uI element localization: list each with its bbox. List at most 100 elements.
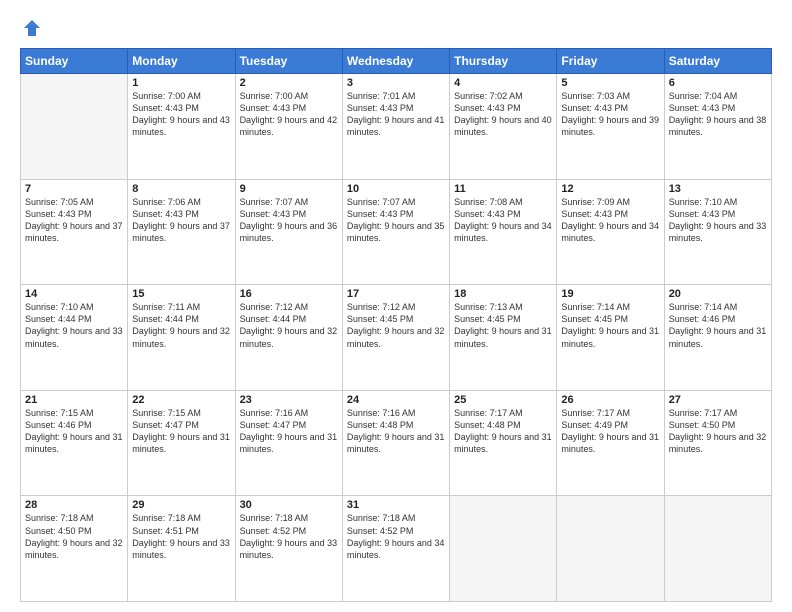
header-monday: Monday — [128, 49, 235, 74]
day-number: 29 — [132, 499, 230, 511]
calendar-cell: 31Sunrise: 7:18 AMSunset: 4:52 PMDayligh… — [342, 496, 449, 602]
calendar-cell: 6Sunrise: 7:04 AMSunset: 4:43 PMDaylight… — [664, 74, 771, 180]
header — [20, 18, 772, 38]
day-number: 14 — [25, 288, 123, 300]
day-number: 2 — [240, 77, 338, 89]
calendar-cell: 7Sunrise: 7:05 AMSunset: 4:43 PMDaylight… — [21, 179, 128, 285]
day-info: Sunrise: 7:00 AMSunset: 4:43 PMDaylight:… — [132, 90, 230, 139]
day-info: Sunrise: 7:17 AMSunset: 4:48 PMDaylight:… — [454, 407, 552, 456]
day-number: 16 — [240, 288, 338, 300]
day-info: Sunrise: 7:17 AMSunset: 4:50 PMDaylight:… — [669, 407, 767, 456]
day-number: 7 — [25, 183, 123, 195]
day-number: 3 — [347, 77, 445, 89]
day-info: Sunrise: 7:12 AMSunset: 4:44 PMDaylight:… — [240, 301, 338, 350]
day-info: Sunrise: 7:02 AMSunset: 4:43 PMDaylight:… — [454, 90, 552, 139]
day-info: Sunrise: 7:00 AMSunset: 4:43 PMDaylight:… — [240, 90, 338, 139]
day-number: 31 — [347, 499, 445, 511]
calendar-cell — [450, 496, 557, 602]
day-number: 1 — [132, 77, 230, 89]
day-number: 6 — [669, 77, 767, 89]
calendar-cell: 13Sunrise: 7:10 AMSunset: 4:43 PMDayligh… — [664, 179, 771, 285]
calendar-cell: 17Sunrise: 7:12 AMSunset: 4:45 PMDayligh… — [342, 285, 449, 391]
calendar-cell: 2Sunrise: 7:00 AMSunset: 4:43 PMDaylight… — [235, 74, 342, 180]
header-friday: Friday — [557, 49, 664, 74]
day-info: Sunrise: 7:15 AMSunset: 4:47 PMDaylight:… — [132, 407, 230, 456]
calendar-cell: 27Sunrise: 7:17 AMSunset: 4:50 PMDayligh… — [664, 390, 771, 496]
day-info: Sunrise: 7:18 AMSunset: 4:52 PMDaylight:… — [347, 512, 445, 561]
calendar-header-row: SundayMondayTuesdayWednesdayThursdayFrid… — [21, 49, 772, 74]
calendar: SundayMondayTuesdayWednesdayThursdayFrid… — [20, 48, 772, 602]
day-number: 8 — [132, 183, 230, 195]
week-row-5: 28Sunrise: 7:18 AMSunset: 4:50 PMDayligh… — [21, 496, 772, 602]
day-number: 5 — [561, 77, 659, 89]
calendar-cell: 24Sunrise: 7:16 AMSunset: 4:48 PMDayligh… — [342, 390, 449, 496]
day-info: Sunrise: 7:03 AMSunset: 4:43 PMDaylight:… — [561, 90, 659, 139]
day-number: 28 — [25, 499, 123, 511]
calendar-cell: 12Sunrise: 7:09 AMSunset: 4:43 PMDayligh… — [557, 179, 664, 285]
day-info: Sunrise: 7:01 AMSunset: 4:43 PMDaylight:… — [347, 90, 445, 139]
day-info: Sunrise: 7:16 AMSunset: 4:48 PMDaylight:… — [347, 407, 445, 456]
calendar-cell: 8Sunrise: 7:06 AMSunset: 4:43 PMDaylight… — [128, 179, 235, 285]
day-info: Sunrise: 7:12 AMSunset: 4:45 PMDaylight:… — [347, 301, 445, 350]
calendar-cell — [557, 496, 664, 602]
calendar-cell — [664, 496, 771, 602]
calendar-cell: 14Sunrise: 7:10 AMSunset: 4:44 PMDayligh… — [21, 285, 128, 391]
day-info: Sunrise: 7:04 AMSunset: 4:43 PMDaylight:… — [669, 90, 767, 139]
header-tuesday: Tuesday — [235, 49, 342, 74]
calendar-cell: 15Sunrise: 7:11 AMSunset: 4:44 PMDayligh… — [128, 285, 235, 391]
day-info: Sunrise: 7:18 AMSunset: 4:51 PMDaylight:… — [132, 512, 230, 561]
calendar-cell — [21, 74, 128, 180]
day-number: 12 — [561, 183, 659, 195]
day-info: Sunrise: 7:18 AMSunset: 4:50 PMDaylight:… — [25, 512, 123, 561]
page: SundayMondayTuesdayWednesdayThursdayFrid… — [0, 0, 792, 612]
day-info: Sunrise: 7:18 AMSunset: 4:52 PMDaylight:… — [240, 512, 338, 561]
logo — [20, 18, 42, 38]
week-row-1: 1Sunrise: 7:00 AMSunset: 4:43 PMDaylight… — [21, 74, 772, 180]
day-info: Sunrise: 7:14 AMSunset: 4:46 PMDaylight:… — [669, 301, 767, 350]
day-number: 15 — [132, 288, 230, 300]
day-info: Sunrise: 7:11 AMSunset: 4:44 PMDaylight:… — [132, 301, 230, 350]
calendar-cell: 25Sunrise: 7:17 AMSunset: 4:48 PMDayligh… — [450, 390, 557, 496]
day-number: 23 — [240, 394, 338, 406]
calendar-cell: 22Sunrise: 7:15 AMSunset: 4:47 PMDayligh… — [128, 390, 235, 496]
calendar-cell: 10Sunrise: 7:07 AMSunset: 4:43 PMDayligh… — [342, 179, 449, 285]
day-info: Sunrise: 7:07 AMSunset: 4:43 PMDaylight:… — [347, 196, 445, 245]
header-thursday: Thursday — [450, 49, 557, 74]
day-number: 18 — [454, 288, 552, 300]
day-info: Sunrise: 7:17 AMSunset: 4:49 PMDaylight:… — [561, 407, 659, 456]
day-number: 19 — [561, 288, 659, 300]
day-number: 4 — [454, 77, 552, 89]
day-number: 9 — [240, 183, 338, 195]
calendar-cell: 29Sunrise: 7:18 AMSunset: 4:51 PMDayligh… — [128, 496, 235, 602]
day-info: Sunrise: 7:14 AMSunset: 4:45 PMDaylight:… — [561, 301, 659, 350]
calendar-cell: 19Sunrise: 7:14 AMSunset: 4:45 PMDayligh… — [557, 285, 664, 391]
day-info: Sunrise: 7:07 AMSunset: 4:43 PMDaylight:… — [240, 196, 338, 245]
calendar-cell: 21Sunrise: 7:15 AMSunset: 4:46 PMDayligh… — [21, 390, 128, 496]
calendar-cell: 9Sunrise: 7:07 AMSunset: 4:43 PMDaylight… — [235, 179, 342, 285]
logo-icon — [22, 18, 42, 38]
day-number: 13 — [669, 183, 767, 195]
day-info: Sunrise: 7:10 AMSunset: 4:44 PMDaylight:… — [25, 301, 123, 350]
day-info: Sunrise: 7:06 AMSunset: 4:43 PMDaylight:… — [132, 196, 230, 245]
week-row-2: 7Sunrise: 7:05 AMSunset: 4:43 PMDaylight… — [21, 179, 772, 285]
day-number: 25 — [454, 394, 552, 406]
calendar-cell: 1Sunrise: 7:00 AMSunset: 4:43 PMDaylight… — [128, 74, 235, 180]
day-number: 30 — [240, 499, 338, 511]
day-number: 11 — [454, 183, 552, 195]
header-sunday: Sunday — [21, 49, 128, 74]
day-info: Sunrise: 7:13 AMSunset: 4:45 PMDaylight:… — [454, 301, 552, 350]
day-number: 22 — [132, 394, 230, 406]
calendar-cell: 4Sunrise: 7:02 AMSunset: 4:43 PMDaylight… — [450, 74, 557, 180]
header-saturday: Saturday — [664, 49, 771, 74]
day-info: Sunrise: 7:16 AMSunset: 4:47 PMDaylight:… — [240, 407, 338, 456]
day-number: 17 — [347, 288, 445, 300]
week-row-3: 14Sunrise: 7:10 AMSunset: 4:44 PMDayligh… — [21, 285, 772, 391]
calendar-cell: 16Sunrise: 7:12 AMSunset: 4:44 PMDayligh… — [235, 285, 342, 391]
calendar-cell: 11Sunrise: 7:08 AMSunset: 4:43 PMDayligh… — [450, 179, 557, 285]
day-info: Sunrise: 7:15 AMSunset: 4:46 PMDaylight:… — [25, 407, 123, 456]
day-number: 21 — [25, 394, 123, 406]
calendar-cell: 5Sunrise: 7:03 AMSunset: 4:43 PMDaylight… — [557, 74, 664, 180]
calendar-cell: 23Sunrise: 7:16 AMSunset: 4:47 PMDayligh… — [235, 390, 342, 496]
calendar-cell: 18Sunrise: 7:13 AMSunset: 4:45 PMDayligh… — [450, 285, 557, 391]
day-info: Sunrise: 7:08 AMSunset: 4:43 PMDaylight:… — [454, 196, 552, 245]
